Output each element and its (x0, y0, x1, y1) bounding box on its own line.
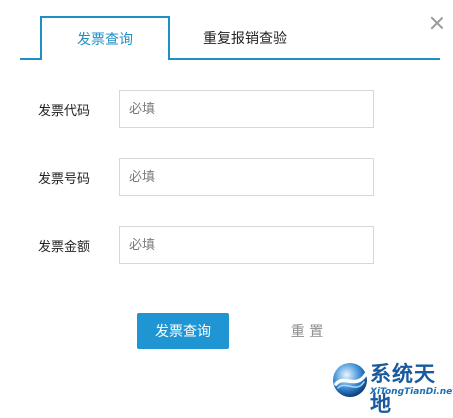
tab-duplicate-reimbursement-check[interactable]: 重复报销查验 (180, 18, 310, 58)
form-row-invoice-code: 发票代码 (0, 90, 453, 128)
tab-divider-right (170, 58, 440, 60)
invoice-query-button[interactable]: 发票查询 (137, 313, 229, 349)
invoice-query-dialog: 发票查询 重复报销查验 发票代码 发票号码 发票金额 发票查询 重 置 (0, 0, 453, 416)
form-row-invoice-number: 发票号码 (0, 158, 453, 196)
tab-invoice-query-label: 发票查询 (77, 32, 133, 48)
invoice-amount-input[interactable] (119, 226, 374, 264)
invoice-code-input[interactable] (119, 90, 374, 128)
tab-invoice-query[interactable]: 发票查询 (40, 16, 170, 60)
tab-divider-left (20, 58, 40, 60)
invoice-amount-label: 发票金额 (38, 239, 91, 255)
invoice-code-label: 发票代码 (38, 103, 91, 119)
invoice-number-label: 发票号码 (38, 171, 91, 187)
globe-logo-icon (333, 363, 368, 397)
watermark-subtitle: XiTongTianDi.net (370, 387, 453, 397)
reset-button[interactable]: 重 置 (277, 313, 337, 349)
tab-duplicate-reimbursement-check-label: 重复报销查验 (203, 31, 287, 47)
invoice-number-input[interactable] (119, 158, 374, 196)
form-row-invoice-amount: 发票金额 (0, 226, 453, 264)
tab-bar: 发票查询 重复报销查验 (0, 0, 453, 62)
close-icon[interactable] (428, 14, 446, 32)
site-watermark-logo: 系统天地 XiTongTianDi.net (326, 356, 453, 416)
